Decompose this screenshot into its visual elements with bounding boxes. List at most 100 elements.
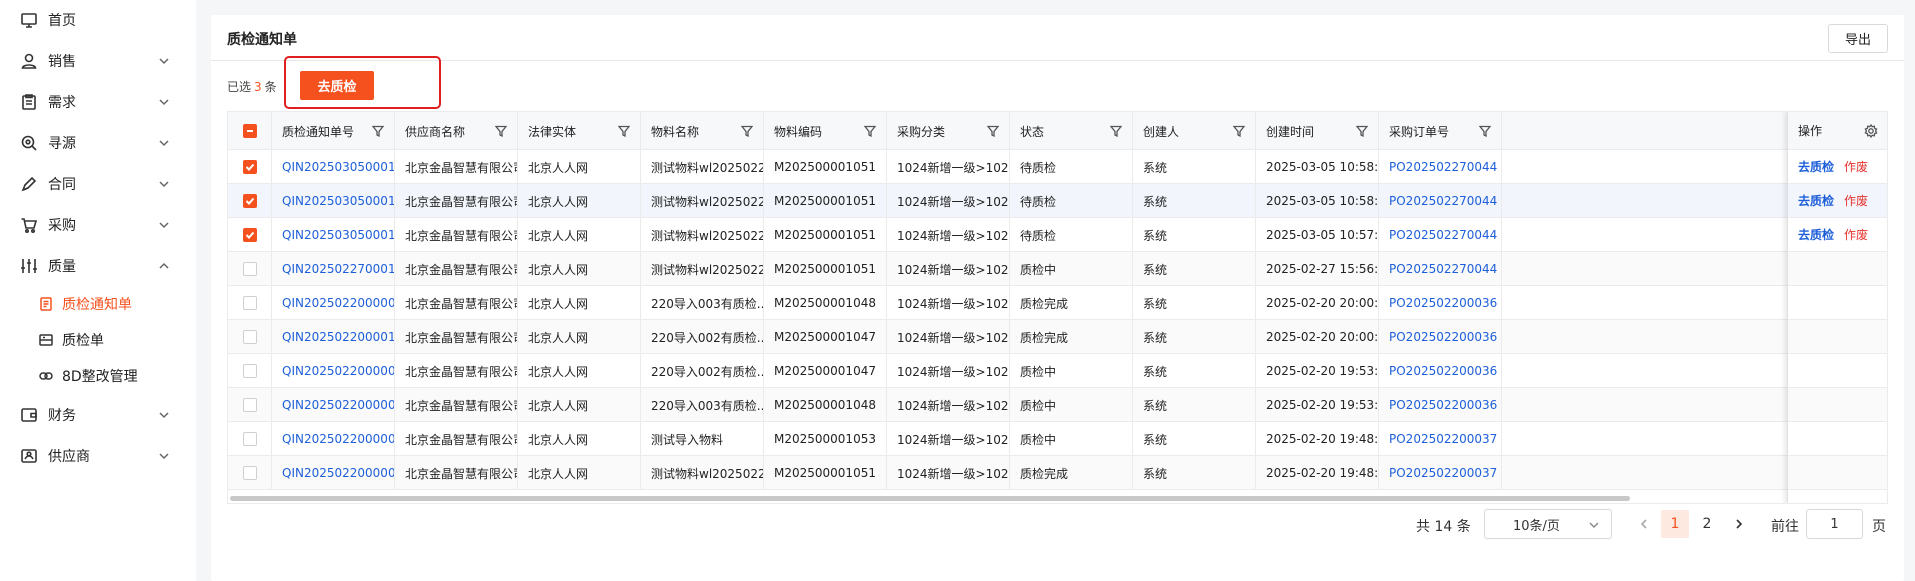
filter-icon[interactable] bbox=[986, 125, 1000, 138]
go-qc-link[interactable]: 去质检 bbox=[1798, 226, 1834, 243]
cell-po[interactable]: PO202502200037 bbox=[1379, 422, 1502, 456]
row-select-cell bbox=[228, 456, 272, 490]
table-row[interactable]: QIN2025030500013 北京金晶智慧有限公司 北京人人网 测试物料wl202… bbox=[228, 184, 1887, 218]
cell-material: 220导入002有质检... bbox=[641, 354, 764, 388]
next-page-button[interactable] bbox=[1725, 510, 1753, 538]
row-checkbox[interactable] bbox=[243, 330, 257, 344]
sidebar-item-3[interactable]: 寻源 bbox=[0, 123, 196, 163]
sidebar-item-label: 供应商 bbox=[48, 449, 90, 465]
cell-supplier: 北京金晶智慧有限公司 bbox=[395, 218, 518, 252]
cell-time: 2025-02-20 19:48:48 bbox=[1256, 456, 1379, 490]
cell-po[interactable]: PO202502270044 bbox=[1379, 218, 1502, 252]
cell-entity: 北京人人网 bbox=[518, 422, 641, 456]
sidebar-subitem-1[interactable]: 质检单 bbox=[0, 320, 196, 360]
cell-po[interactable]: PO202502200037 bbox=[1379, 456, 1502, 490]
cell-po[interactable]: PO202502200036 bbox=[1379, 320, 1502, 354]
gear-icon[interactable] bbox=[1864, 123, 1878, 139]
cell-no[interactable]: QIN2025022000007 bbox=[272, 388, 395, 422]
filter-icon[interactable] bbox=[740, 125, 754, 138]
filter-icon[interactable] bbox=[863, 125, 877, 138]
cell-status: 待质检 bbox=[1010, 218, 1133, 252]
sidebar-item-7[interactable]: 财务 bbox=[0, 395, 196, 435]
cell-no[interactable]: QIN2025022000009 bbox=[272, 286, 395, 320]
row-checkbox[interactable] bbox=[243, 432, 257, 446]
cell-no[interactable]: QIN2025030500014 bbox=[272, 150, 395, 184]
chevron-down-icon bbox=[158, 137, 170, 149]
table-row[interactable]: QIN2025030500014 北京金晶智慧有限公司 北京人人网 测试物料wl202… bbox=[228, 150, 1887, 184]
selected-prefix: 已选 bbox=[227, 80, 252, 94]
row-checkbox[interactable] bbox=[243, 262, 257, 276]
cell-no[interactable]: QIN2025022000008 bbox=[272, 354, 395, 388]
sidebar-item-6[interactable]: 质量 bbox=[0, 246, 196, 286]
cell-po[interactable]: PO202502270044 bbox=[1379, 184, 1502, 218]
cell-no[interactable]: QIN2025022000010 bbox=[272, 320, 395, 354]
column-header: 采购分类 bbox=[887, 112, 1010, 150]
go-qc-link[interactable]: 去质检 bbox=[1798, 158, 1834, 175]
horizontal-scrollbar[interactable] bbox=[230, 496, 1630, 501]
cell-no[interactable]: QIN2025022000005 bbox=[272, 422, 395, 456]
row-checkbox[interactable] bbox=[243, 466, 257, 480]
table-row[interactable]: QIN2025022000010 北京金晶智慧有限公司 北京人人网 220导入002有… bbox=[228, 320, 1887, 354]
column-header-label: 物料名称 bbox=[651, 124, 700, 139]
cell-po[interactable]: PO202502200036 bbox=[1379, 354, 1502, 388]
page-title: 质检通知单 bbox=[227, 32, 297, 48]
filter-icon[interactable] bbox=[494, 125, 508, 138]
page-1-button[interactable]: 1 bbox=[1661, 510, 1689, 538]
row-checkbox[interactable] bbox=[243, 296, 257, 310]
goto-page-input[interactable] bbox=[1806, 509, 1863, 539]
filter-icon[interactable] bbox=[1109, 125, 1123, 138]
sidebar-subitem-0[interactable]: 质检通知单 bbox=[0, 284, 196, 324]
export-button[interactable]: 导出 bbox=[1828, 24, 1888, 53]
cell-no[interactable]: QIN2025022000006 bbox=[272, 456, 395, 490]
table-row[interactable]: QIN2025022000007 北京金晶智慧有限公司 北京人人网 220导入003有… bbox=[228, 388, 1887, 422]
row-checkbox[interactable] bbox=[243, 398, 257, 412]
cell-po[interactable]: PO202502270044 bbox=[1379, 150, 1502, 184]
table-header: 质检通知单号 供应商名称 法律实体 物料名称 物料编码 采购分类 状态 创建人 创建时间 采购订单… bbox=[228, 112, 1887, 150]
cell-supplier: 北京金晶智慧有限公司 bbox=[395, 184, 518, 218]
filter-icon[interactable] bbox=[1478, 125, 1492, 138]
select-all-checkbox[interactable] bbox=[243, 124, 257, 138]
clipboard-icon bbox=[20, 93, 38, 111]
row-checkbox[interactable] bbox=[243, 160, 257, 174]
cell-entity: 北京人人网 bbox=[518, 286, 641, 320]
table-row[interactable]: QIN2025030500012 北京金晶智慧有限公司 北京人人网 测试物料wl202… bbox=[228, 218, 1887, 252]
table-row[interactable]: QIN2025022000008 北京金晶智慧有限公司 北京人人网 220导入002有… bbox=[228, 354, 1887, 388]
cell-status: 质检中 bbox=[1010, 388, 1133, 422]
row-checkbox[interactable] bbox=[243, 228, 257, 242]
table-row[interactable]: QIN2025022700011 北京金晶智慧有限公司 北京人人网 测试物料wl202… bbox=[228, 252, 1887, 286]
go-qc-button[interactable]: 去质检 bbox=[300, 71, 374, 100]
cell-no[interactable]: QIN2025022700011 bbox=[272, 252, 395, 286]
cell-no[interactable]: QIN2025030500013 bbox=[272, 184, 395, 218]
row-checkbox[interactable] bbox=[243, 194, 257, 208]
row-checkbox[interactable] bbox=[243, 364, 257, 378]
sidebar-subitem-2[interactable]: 8D整改管理 bbox=[0, 356, 196, 396]
cell-po[interactable]: PO202502270044 bbox=[1379, 252, 1502, 286]
filter-icon[interactable] bbox=[1355, 125, 1369, 138]
page-size-select[interactable]: 10条/页 bbox=[1484, 509, 1612, 539]
filter-icon[interactable] bbox=[1232, 125, 1246, 138]
column-header-operation: 操作 bbox=[1788, 112, 1887, 150]
cell-po[interactable]: PO202502200036 bbox=[1379, 286, 1502, 320]
go-qc-link[interactable]: 去质检 bbox=[1798, 192, 1834, 209]
void-link[interactable]: 作废 bbox=[1844, 226, 1868, 243]
cell-no[interactable]: QIN2025030500012 bbox=[272, 218, 395, 252]
row-select-cell bbox=[228, 320, 272, 354]
page-2-button[interactable]: 2 bbox=[1693, 510, 1721, 538]
void-link[interactable]: 作废 bbox=[1844, 192, 1868, 209]
table-row[interactable]: QIN2025022000005 北京金晶智慧有限公司 北京人人网 测试导入物料 M20… bbox=[228, 422, 1887, 456]
table-row[interactable]: QIN2025022000006 北京金晶智慧有限公司 北京人人网 测试物料wl202… bbox=[228, 456, 1887, 490]
table-row[interactable]: QIN2025022000009 北京金晶智慧有限公司 北京人人网 220导入003有… bbox=[228, 286, 1887, 320]
filter-icon[interactable] bbox=[617, 125, 631, 138]
cell-po[interactable]: PO202502200036 bbox=[1379, 388, 1502, 422]
prev-page-button[interactable] bbox=[1630, 510, 1658, 538]
cell-material: 测试导入物料 bbox=[641, 422, 764, 456]
sidebar-item-5[interactable]: 采购 bbox=[0, 205, 196, 245]
sidebar-item-4[interactable]: 合同 bbox=[0, 164, 196, 204]
sidebar-item-2[interactable]: 需求 bbox=[0, 82, 196, 122]
cell-category: 1024新增一级>1024... bbox=[887, 388, 1010, 422]
sidebar-item-8[interactable]: 供应商 bbox=[0, 436, 196, 476]
void-link[interactable]: 作废 bbox=[1844, 158, 1868, 175]
sidebar-item-1[interactable]: 销售 bbox=[0, 41, 196, 81]
filter-icon[interactable] bbox=[371, 125, 385, 138]
sidebar-item-0[interactable]: 首页 bbox=[0, 0, 196, 40]
